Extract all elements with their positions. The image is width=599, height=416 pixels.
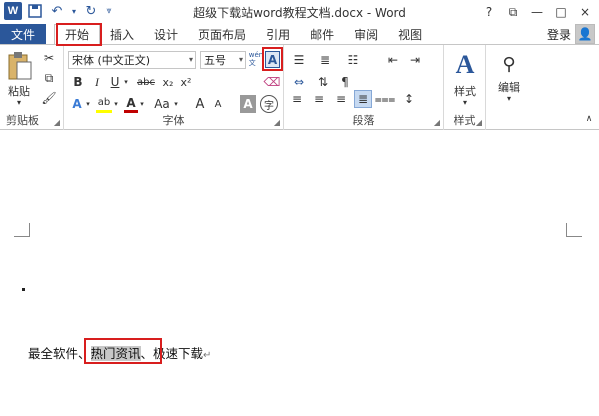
- distributed-icon[interactable]: ⩶: [375, 90, 396, 108]
- font-launcher-icon[interactable]: ◢: [274, 118, 280, 127]
- highlight-dropdown-icon[interactable]: ▾: [112, 95, 120, 113]
- strikethrough-icon[interactable]: abc: [134, 73, 158, 91]
- font-name-combo[interactable]: 宋体 (中文正文) ▾: [68, 51, 196, 69]
- font-size-combo[interactable]: 五号 ▾: [200, 51, 246, 69]
- maximize-icon[interactable]: □: [549, 1, 573, 23]
- chevron-down-icon: ▾: [238, 55, 243, 64]
- tab-file[interactable]: 文件: [0, 24, 46, 44]
- copy-icon[interactable]: ⧉: [40, 69, 58, 87]
- font-color-dropdown-icon[interactable]: ▾: [138, 95, 146, 113]
- help-icon[interactable]: ?: [477, 1, 501, 23]
- enclose-characters-icon[interactable]: 字: [260, 95, 278, 113]
- numbering-icon[interactable]: ≣: [314, 51, 336, 69]
- justify-icon[interactable]: ≣: [354, 90, 372, 108]
- tab-mailings[interactable]: 邮件: [300, 24, 344, 44]
- close-icon[interactable]: ×: [573, 1, 597, 23]
- minimize-icon[interactable]: —: [525, 1, 549, 23]
- ribbon: 粘贴 ▾ ✂ ⧉ 🖌 剪贴板 ◢ 宋体 (中文正文) ▾ 五号 ▾ wén 文 …: [0, 44, 599, 130]
- underline-dropdown-icon[interactable]: ▾: [122, 73, 130, 91]
- ribbon-display-options-icon[interactable]: ⧉: [501, 1, 525, 23]
- decrease-indent-icon[interactable]: ⇤: [384, 51, 402, 69]
- font-name-value: 宋体 (中文正文): [72, 54, 151, 67]
- clear-formatting-icon[interactable]: ⌫: [264, 73, 281, 91]
- shrink-font-icon[interactable]: A: [210, 95, 226, 113]
- sort-icon[interactable]: ⇅: [314, 73, 332, 91]
- clipboard-launcher-icon[interactable]: ◢: [54, 118, 60, 127]
- change-case-dropdown-icon[interactable]: ▾: [172, 95, 180, 113]
- tab-review[interactable]: 审阅: [344, 24, 388, 44]
- editing-group: ⚲ 编辑 ▾: [486, 45, 532, 130]
- tab-home[interactable]: 开始: [54, 24, 101, 44]
- underline-icon[interactable]: U: [108, 73, 122, 91]
- avatar[interactable]: 👤: [575, 24, 595, 44]
- tab-design[interactable]: 设计: [144, 24, 188, 44]
- phonetic-guide-icon[interactable]: wén 文: [248, 48, 264, 70]
- login-area: 登录 👤: [547, 24, 599, 44]
- align-center-icon[interactable]: ≡: [310, 90, 328, 108]
- chinese-layout-icon[interactable]: ⇔: [288, 73, 310, 91]
- tab-layout[interactable]: 页面布局: [188, 24, 256, 44]
- change-case-icon[interactable]: Aa: [152, 95, 172, 113]
- paste-dropdown-icon[interactable]: ▾: [14, 97, 24, 107]
- character-shading-icon[interactable]: A: [240, 95, 256, 113]
- show-hide-marks-icon[interactable]: ¶: [336, 73, 354, 91]
- format-painter-icon[interactable]: 🖌: [40, 89, 58, 107]
- character-border-icon[interactable]: A: [265, 51, 280, 68]
- styles-dropdown-icon[interactable]: ▾: [460, 97, 470, 107]
- font-color-icon[interactable]: A: [124, 95, 138, 113]
- paragraph-alignment-row: ≡ ≡ ≡ ≣ ⩶ ↕: [288, 90, 420, 108]
- binoculars-icon[interactable]: ⚲: [496, 51, 522, 77]
- paste-icon[interactable]: [6, 51, 34, 81]
- collapse-ribbon-icon[interactable]: ∧: [583, 113, 595, 125]
- paragraph-group: ☰ ≣ ☷ ⇤ ⇥ ⇔ ⇅ ¶ ≡: [284, 45, 444, 130]
- tab-insert[interactable]: 插入: [100, 24, 144, 44]
- text-after-selection: 、极速下载: [140, 346, 204, 361]
- styles-launcher-icon[interactable]: ◢: [476, 118, 482, 127]
- highlight-color-icon[interactable]: ab: [96, 95, 112, 113]
- multilevel-list-icon[interactable]: ☷: [342, 51, 364, 69]
- styles-gallery-icon[interactable]: A: [450, 49, 480, 81]
- page-corner-mark-tl: [14, 223, 30, 237]
- align-left-icon[interactable]: ≡: [288, 90, 306, 108]
- page-corner-mark-tr: [566, 223, 582, 237]
- tab-references[interactable]: 引用: [256, 24, 300, 44]
- paragraph-group-label: 段落: [352, 114, 375, 127]
- paragraph-launcher-icon[interactable]: ◢: [434, 118, 440, 127]
- tab-view[interactable]: 视图: [388, 24, 432, 44]
- document-line[interactable]: 最全软件、热门资讯、极速下载↵: [28, 343, 211, 362]
- document-area[interactable]: 最全软件、热门资讯、极速下载↵: [0, 131, 599, 416]
- styles-group: A 样式 ▾ 样式 ◢: [444, 45, 486, 130]
- cursor-dot: [22, 288, 25, 291]
- subscript-icon[interactable]: x₂: [160, 73, 176, 91]
- text-effects-dropdown-icon[interactable]: ▾: [84, 95, 92, 113]
- title-bar: W ↶ ▾ ↻ ⩔ 超级下载站word教程文档.docx - Word ? ⧉ …: [0, 0, 599, 24]
- selected-text[interactable]: 热门资讯: [90, 346, 141, 361]
- grow-font-icon[interactable]: A: [192, 95, 208, 113]
- clipboard-group: 粘贴 ▾ ✂ ⧉ 🖌 剪贴板 ◢: [0, 45, 64, 130]
- chevron-down-icon: ▾: [188, 55, 193, 64]
- login-link[interactable]: 登录: [547, 26, 571, 43]
- line-spacing-icon[interactable]: ↕: [398, 90, 420, 108]
- window-controls: ? ⧉ — □ ×: [477, 1, 597, 23]
- font-group: 宋体 (中文正文) ▾ 五号 ▾ wén 文 A B I U ▾ abc x₂ …: [64, 45, 284, 130]
- editing-dropdown-icon[interactable]: ▾: [504, 93, 514, 103]
- paragraph-mark: ↵: [203, 350, 212, 361]
- italic-icon[interactable]: I: [90, 73, 104, 91]
- font-group-label: 字体: [162, 114, 185, 127]
- bold-icon[interactable]: B: [70, 73, 86, 91]
- text-effects-icon[interactable]: A: [70, 95, 84, 113]
- bullets-icon[interactable]: ☰: [288, 51, 310, 69]
- align-right-icon[interactable]: ≡: [332, 90, 350, 108]
- increase-indent-icon[interactable]: ⇥: [406, 51, 424, 69]
- superscript-icon[interactable]: x²: [178, 73, 194, 91]
- font-size-value: 五号: [204, 54, 226, 67]
- text-before-selection: 最全软件、: [28, 346, 91, 361]
- cut-icon[interactable]: ✂: [40, 49, 58, 67]
- ribbon-tab-bar: 文件 开始 插入 设计 页面布局 引用 邮件 审阅 视图 登录 👤: [0, 24, 599, 44]
